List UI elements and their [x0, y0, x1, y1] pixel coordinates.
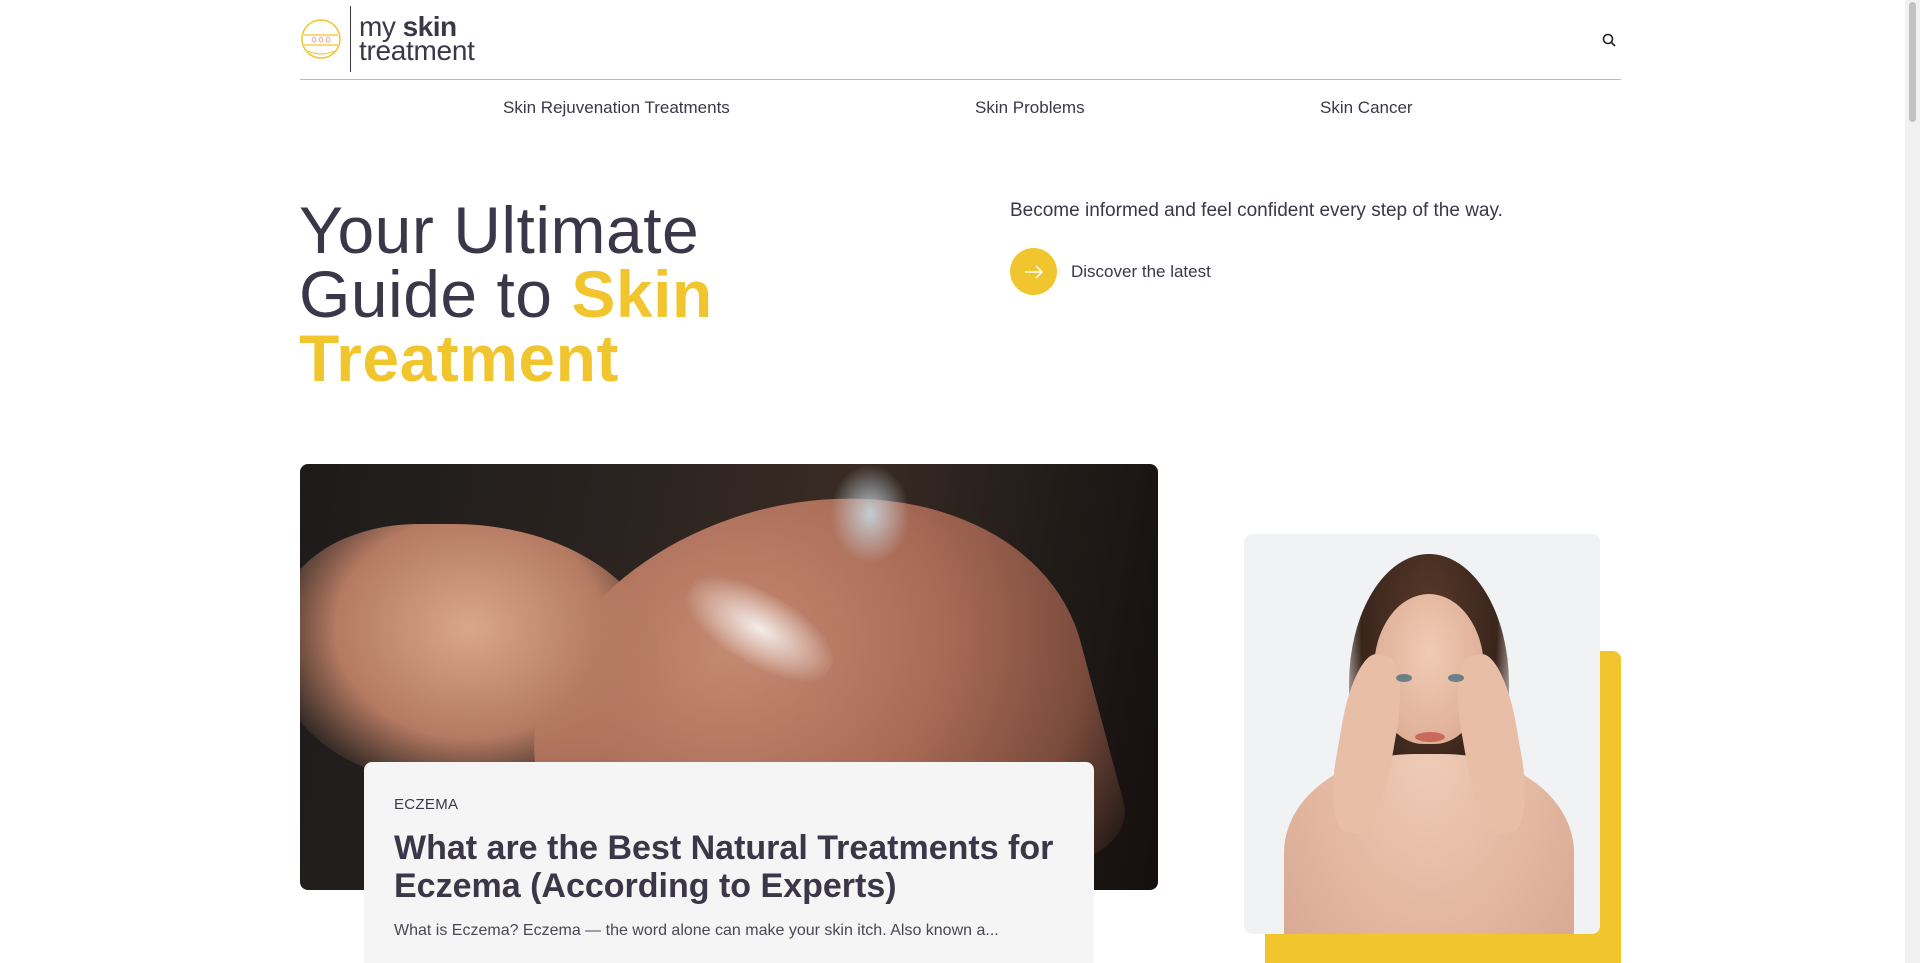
site-logo[interactable]: my skin treatment	[300, 6, 475, 72]
featured-article-card[interactable]: ECZEMA What are the Best Natural Treatme…	[364, 762, 1094, 963]
image-body	[1284, 754, 1574, 934]
article-category[interactable]: ECZEMA	[394, 796, 458, 813]
search-button[interactable]	[1597, 28, 1621, 52]
article-title[interactable]: What are the Best Natural Treatments for…	[394, 829, 1074, 905]
main-nav: Skin Rejuvenation Treatments Skin Proble…	[0, 98, 1920, 124]
nav-item-skin-problems[interactable]: Skin Problems	[975, 98, 1085, 118]
page-scrollbar[interactable]	[1905, 0, 1920, 963]
logo-wordmark: my skin treatment	[359, 13, 475, 66]
scrollbar-thumb[interactable]	[1909, 2, 1916, 122]
hero-title-accent-skin: Skin	[571, 257, 713, 331]
discover-latest-button[interactable]: Discover the latest	[1010, 248, 1211, 295]
image-lips	[1415, 732, 1445, 742]
discover-circle	[1010, 248, 1057, 295]
discover-label: Discover the latest	[1071, 261, 1211, 281]
hero-title: Your Ultimate Guide to Skin Treatment	[299, 197, 999, 391]
image-eye-right	[1448, 674, 1464, 682]
image-eye-left	[1396, 674, 1412, 682]
logo-line2: treatment	[359, 35, 475, 66]
hero-title-line2: Guide to	[299, 257, 572, 331]
logo-mark-icon	[301, 19, 341, 59]
logo-divider	[350, 6, 351, 72]
search-icon	[1602, 33, 1616, 47]
arrow-right-icon	[1024, 264, 1043, 279]
side-article-image[interactable]	[1244, 534, 1600, 934]
image-light	[830, 464, 910, 564]
image-hand	[300, 524, 660, 784]
site-header: my skin treatment	[300, 0, 1621, 80]
article-excerpt: What is Eczema? Eczema — the word alone …	[394, 922, 999, 939]
page: my skin treatment Skin Rejuvenation Trea…	[0, 0, 1920, 963]
hero-title-accent-treatment: Treatment	[299, 321, 619, 395]
hero-title-line1: Your Ultimate	[299, 193, 700, 267]
nav-item-skin-rejuvenation[interactable]: Skin Rejuvenation Treatments	[503, 98, 730, 118]
hero-subtitle: Become informed and feel confident every…	[1010, 200, 1503, 221]
nav-item-skin-cancer[interactable]: Skin Cancer	[1320, 98, 1413, 118]
